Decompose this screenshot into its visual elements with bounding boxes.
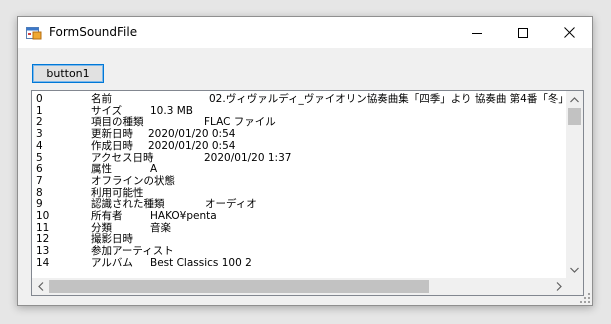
property-value: Best Classics 100 2 [150, 256, 252, 269]
close-icon [563, 27, 575, 38]
property-name: 認識された種類 [91, 198, 165, 211]
chevron-left-icon [37, 282, 43, 291]
window-title: FormSoundFile [49, 25, 138, 39]
row-index: 6 [36, 163, 43, 176]
row-index: 0 [36, 93, 43, 105]
close-button[interactable] [546, 17, 592, 48]
property-name: サイズ [91, 104, 123, 117]
property-value: A [150, 163, 158, 176]
property-name: 属性 [91, 163, 112, 176]
row-index: 14 [36, 256, 50, 269]
property-name: 所有者 [91, 210, 123, 222]
row-index: 13 [36, 245, 50, 258]
property-value: FLAC ファイル [204, 116, 276, 129]
property-name: 分類 [91, 221, 112, 234]
app-form-icon [26, 27, 42, 40]
property-name: 名前 [91, 93, 112, 105]
row-index: 3 [36, 128, 43, 141]
chevron-down-icon [570, 267, 579, 273]
row-index: 5 [36, 151, 43, 164]
row-index: 10 [36, 210, 50, 222]
row-index: 8 [36, 186, 43, 199]
property-value: 2020/01/20 0:54 [148, 128, 236, 141]
file-properties-listview[interactable]: 0 名前 02.ヴィヴァルディ_ヴァイオリン協奏曲集「四季」より 協奏曲 第4番「冬… [31, 90, 584, 296]
chevron-right-icon [556, 282, 562, 291]
property-value: 10.3 MB [150, 104, 193, 117]
row-index: 7 [36, 174, 43, 187]
scroll-up-button[interactable] [566, 91, 583, 108]
maximize-button[interactable] [500, 17, 546, 48]
property-value: 02.ヴィヴァルディ_ヴァイオリン協奏曲集「四季」より 協奏曲 第4番「冬」第2… [209, 93, 566, 105]
property-name: 参加アーティスト [91, 245, 174, 258]
property-value: HAKO¥penta [150, 210, 217, 222]
row-index: 2 [36, 116, 43, 129]
property-value: 2020/01/20 1:37 [204, 151, 292, 164]
horizontal-scrollbar[interactable] [32, 278, 567, 295]
row-index: 11 [36, 221, 50, 234]
row-index: 1 [36, 104, 43, 117]
chevron-up-icon [570, 96, 579, 102]
property-name: 項目の種類 [91, 116, 144, 129]
vertical-scrollbar[interactable] [566, 91, 583, 278]
property-value: 2020/01/20 0:54 [148, 139, 236, 152]
property-name: オフラインの状態 [91, 174, 175, 187]
scroll-down-button[interactable] [566, 261, 583, 278]
scroll-right-button[interactable] [550, 278, 567, 295]
row-index: 9 [36, 198, 43, 211]
resize-grip-icon[interactable] [580, 293, 590, 303]
minimize-icon [472, 32, 482, 34]
property-value: 音楽 [150, 221, 171, 234]
listview-rows: 0 名前 02.ヴィヴァルディ_ヴァイオリン協奏曲集「四季」より 協奏曲 第4番「冬… [33, 92, 566, 278]
button1[interactable]: button1 [32, 64, 104, 83]
property-name: 撮影日時 [91, 233, 133, 246]
horizontal-scroll-thumb[interactable] [49, 280, 429, 293]
row-index: 12 [36, 233, 50, 246]
vertical-scroll-thumb[interactable] [568, 108, 581, 125]
property-name: アクセス日時 [91, 151, 154, 164]
minimize-button[interactable] [454, 17, 500, 48]
title-bar[interactable]: FormSoundFile [18, 17, 592, 48]
property-name: アルバム [91, 256, 133, 269]
property-value: オーディオ [205, 198, 257, 211]
row-index: 4 [36, 139, 43, 152]
property-name: 利用可能性 [91, 186, 144, 199]
maximize-icon [518, 27, 528, 38]
property-name: 更新日時 [91, 128, 133, 141]
form-window: FormSoundFile button1 0 名前 02.ヴィヴァルディ_ヴァイオ… [17, 16, 593, 306]
property-name: 作成日時 [91, 139, 133, 152]
scroll-left-button[interactable] [32, 278, 49, 295]
